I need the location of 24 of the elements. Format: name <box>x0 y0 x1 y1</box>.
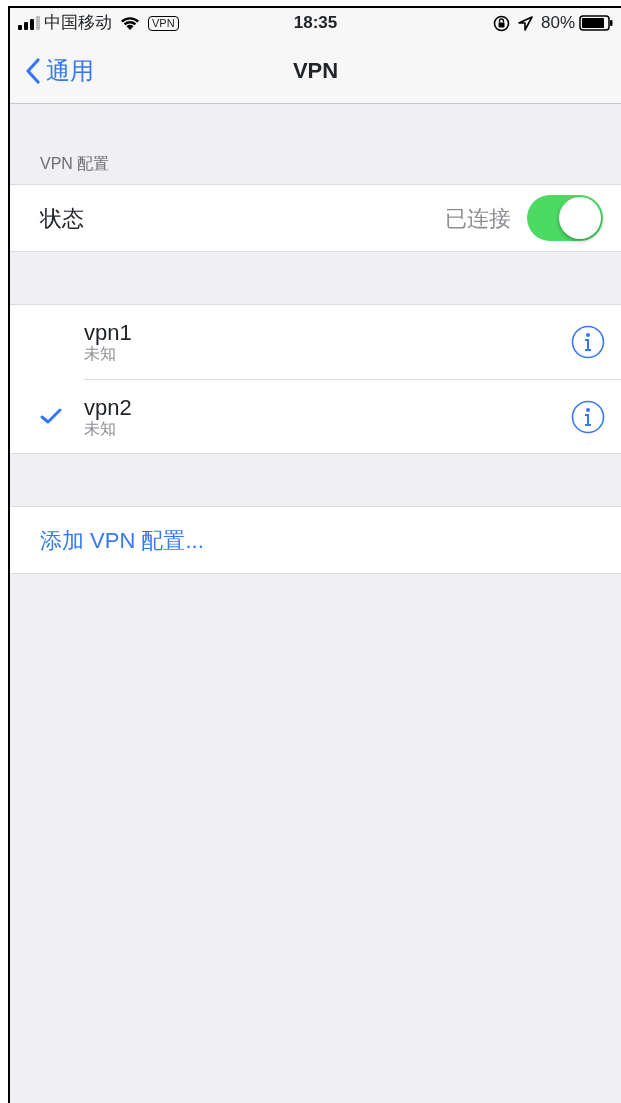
vpn-status: 未知 <box>84 419 116 438</box>
battery-percent: 80% <box>540 12 575 35</box>
vpn-badge: VPN <box>148 15 179 31</box>
back-chevron-icon <box>26 57 40 84</box>
add-vpn-link[interactable]: 添加 VPN 配置... <box>40 523 204 557</box>
location-arrow-icon <box>517 15 533 31</box>
info-icon[interactable] <box>571 325 605 359</box>
status-label: 状态 <box>40 204 84 233</box>
status-value: 已连接 <box>445 204 511 233</box>
back-button[interactable]: 通用 <box>26 52 94 89</box>
section-header: VPN 配置 <box>39 154 111 174</box>
signal-icon <box>18 16 40 30</box>
wifi-icon <box>120 16 140 30</box>
carrier-name: 中国移动 <box>44 12 112 35</box>
vpn-status: 未知 <box>84 345 117 363</box>
vpn-name[interactable]: vpn1 <box>84 321 132 346</box>
info-icon[interactable] <box>571 399 605 434</box>
checkmark-icon <box>40 408 62 424</box>
vpn-toggle[interactable] <box>527 195 603 241</box>
rotation-lock-icon <box>492 14 510 32</box>
clock-time: 18:35 <box>293 12 338 35</box>
battery-icon <box>579 15 613 31</box>
vpn-name[interactable]: vpn2 <box>84 395 132 420</box>
page-title: VPN <box>292 57 339 85</box>
